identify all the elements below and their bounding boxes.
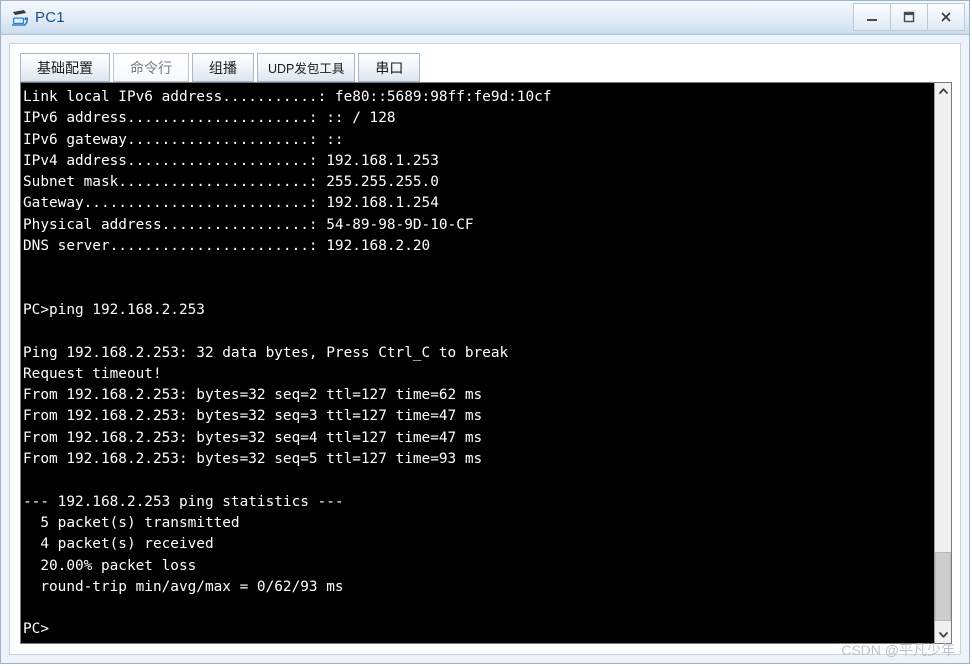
- terminal-scrollbar[interactable]: [934, 83, 951, 643]
- terminal-line: Gateway..........................: 192.1…: [23, 195, 439, 212]
- terminal-line: PC>: [23, 621, 49, 638]
- terminal-line: round-trip min/avg/max = 0/62/93 ms: [23, 578, 344, 595]
- terminal-line: From 192.168.2.253: bytes=32 seq=3 ttl=1…: [23, 408, 483, 425]
- terminal-output[interactable]: Link local IPv6 address...........: fe80…: [21, 83, 934, 643]
- chevron-up-icon: [938, 88, 948, 94]
- scrollbar-track[interactable]: [935, 100, 951, 626]
- terminal-line: Ping 192.168.2.253: 32 data bytes, Press…: [23, 344, 509, 361]
- terminal-line: From 192.168.2.253: bytes=32 seq=5 ttl=1…: [23, 451, 483, 468]
- terminal-line: IPv4 address.....................: 192.1…: [23, 152, 439, 169]
- pc-device-icon: [10, 8, 30, 28]
- tab-label: UDP发包工具: [268, 62, 345, 76]
- terminal-area: Link local IPv6 address...........: fe80…: [20, 82, 952, 644]
- terminal-line: DNS server.......................: 192.1…: [23, 238, 431, 255]
- tab-command-line[interactable]: 命令行: [113, 53, 189, 82]
- tab-basic-config[interactable]: 基础配置: [20, 53, 110, 82]
- scroll-up-button[interactable]: [935, 83, 951, 100]
- scrollbar-thumb[interactable]: [935, 552, 951, 621]
- terminal-line: 20.00% packet loss: [23, 557, 197, 574]
- terminal-line: Request timeout!: [23, 365, 162, 382]
- terminal-line: From 192.168.2.253: bytes=32 seq=4 ttl=1…: [23, 429, 483, 446]
- chevron-down-icon: [938, 632, 948, 638]
- tab-label: 基础配置: [37, 59, 93, 76]
- tab-bar: 基础配置 命令行 组播 UDP发包工具 串口: [20, 51, 952, 82]
- terminal-line: Link local IPv6 address...........: fe80…: [23, 89, 552, 105]
- window-title: PC1: [35, 9, 65, 26]
- tab-serial-port[interactable]: 串口: [358, 53, 421, 82]
- terminal-line: From 192.168.2.253: bytes=32 seq=2 ttl=1…: [23, 387, 483, 404]
- terminal-line: Subnet mask......................: 255.2…: [23, 174, 439, 191]
- window-content: 基础配置 命令行 组播 UDP发包工具 串口 Link local IPv6 a…: [1, 35, 969, 663]
- minimize-button[interactable]: [853, 3, 891, 31]
- tab-label: 串口: [375, 59, 404, 76]
- scroll-down-button[interactable]: [935, 626, 951, 643]
- tab-udp-tool[interactable]: UDP发包工具: [257, 53, 356, 82]
- terminal-line: Physical address.................: 54-89…: [23, 216, 474, 233]
- terminal-line: PC>ping 192.168.2.253: [23, 301, 205, 318]
- tab-label: 命令行: [130, 59, 172, 76]
- title-bar[interactable]: PC1: [1, 1, 969, 35]
- close-button[interactable]: [927, 3, 965, 31]
- window-controls: [853, 3, 965, 31]
- tab-multicast[interactable]: 组播: [192, 53, 254, 82]
- panel: 基础配置 命令行 组播 UDP发包工具 串口 Link local IPv6 a…: [9, 43, 961, 655]
- terminal-line: 5 packet(s) transmitted: [23, 514, 240, 531]
- terminal-line: IPv6 address.....................: :: / …: [23, 110, 396, 127]
- terminal-line: 4 packet(s) received: [23, 536, 214, 553]
- maximize-button[interactable]: [890, 3, 928, 31]
- tab-label: 组播: [209, 59, 237, 76]
- pc1-window: PC1 基础配置 命令行 组播 UDP发包工具 串口 Link local IP…: [0, 0, 970, 664]
- terminal-line: --- 192.168.2.253 ping statistics ---: [23, 493, 344, 510]
- terminal-line: IPv6 gateway.....................: ::: [23, 131, 344, 148]
